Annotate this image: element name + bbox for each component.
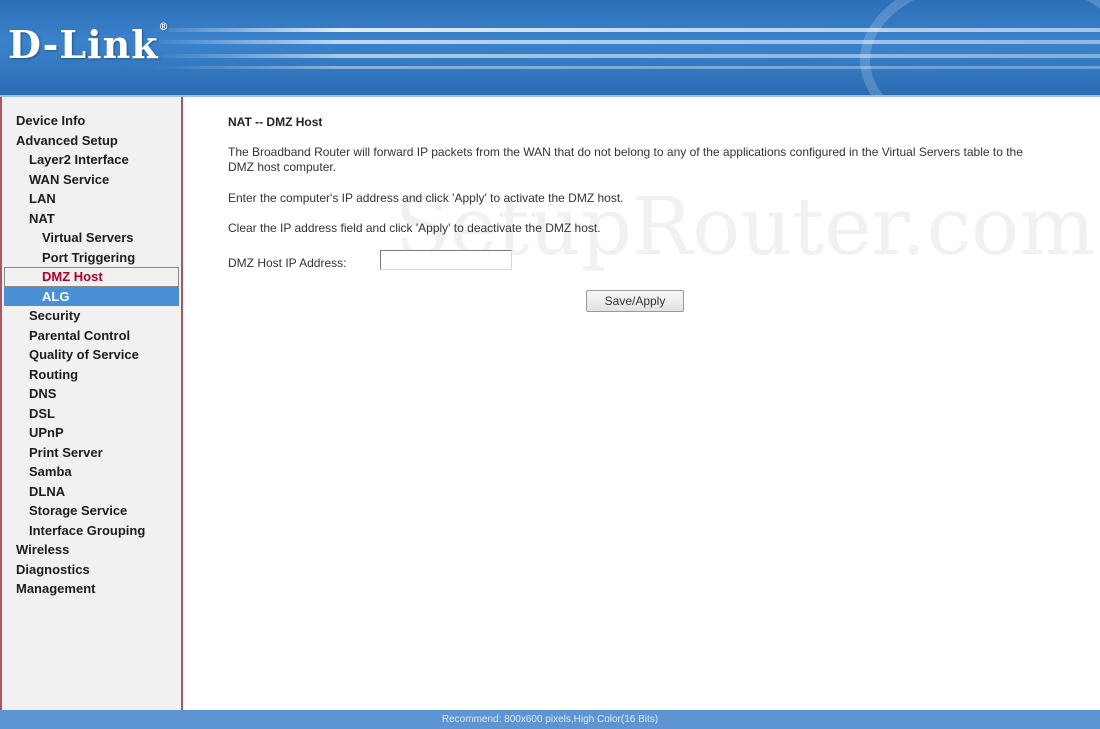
- sidebar-item-dsl[interactable]: DSL: [2, 404, 181, 424]
- sidebar-item-dlna[interactable]: DLNA: [2, 482, 181, 502]
- sidebar-item-virtual-servers[interactable]: Virtual Servers: [2, 228, 181, 248]
- sidebar-item-dns[interactable]: DNS: [2, 384, 181, 404]
- logo-registered-mark: ®: [158, 22, 170, 33]
- dmz-ip-input[interactable]: [380, 250, 512, 270]
- sidebar-item-port-triggering[interactable]: Port Triggering: [2, 248, 181, 268]
- sidebar-menu: Device Info Advanced Setup Layer2 Interfac…: [2, 111, 181, 599]
- description-text: The Broadband Router will forward IP pac…: [228, 145, 1023, 174]
- sidebar-item-print-server[interactable]: Print Server: [2, 443, 181, 463]
- sidebar-nav: Device Info Advanced Setup Layer2 Interfac…: [0, 97, 183, 710]
- header-wave-decoration: [860, 0, 1100, 95]
- sidebar-item-security[interactable]: Security: [2, 306, 181, 326]
- activate-instruction: Enter the computer's IP address and clic…: [228, 191, 624, 205]
- footer-bar: Recommend: 800x600 pixels,High Color(16 …: [0, 710, 1100, 729]
- sidebar-item-dmz-host[interactable]: DMZ Host: [4, 267, 179, 287]
- sidebar-item-management[interactable]: Management: [2, 579, 181, 599]
- sidebar-item-upnp[interactable]: UPnP: [2, 423, 181, 443]
- deactivate-instruction: Clear the IP address field and click 'Ap…: [228, 221, 601, 235]
- sidebar-item-advanced-setup[interactable]: Advanced Setup: [2, 131, 181, 151]
- sidebar-item-parental-control[interactable]: Parental Control: [2, 326, 181, 346]
- page-title: NAT -- DMZ Host: [228, 115, 323, 129]
- sidebar-item-device-info[interactable]: Device Info: [2, 111, 181, 131]
- sidebar-item-wan-service[interactable]: WAN Service: [2, 170, 181, 190]
- footer-recommendation: Recommend: 800x600 pixels,High Color(16 …: [441, 714, 659, 725]
- sidebar-item-wireless[interactable]: Wireless: [2, 540, 181, 560]
- sidebar-item-diagnostics[interactable]: Diagnostics: [2, 560, 181, 580]
- sidebar-item-samba[interactable]: Samba: [2, 462, 181, 482]
- header-banner: D-Link®: [0, 0, 1100, 95]
- dlink-logo: D-Link®: [8, 22, 170, 67]
- sidebar-item-quality-of-service[interactable]: Quality of Service: [2, 345, 181, 365]
- logo-text: D-Link: [8, 22, 159, 67]
- sidebar-item-lan[interactable]: LAN: [2, 189, 181, 209]
- dmz-ip-label: DMZ Host IP Address:: [228, 256, 347, 270]
- sidebar-item-layer2-interface[interactable]: Layer2 Interface: [2, 150, 181, 170]
- sidebar-item-nat[interactable]: NAT: [2, 209, 181, 229]
- sidebar-item-interface-grouping[interactable]: Interface Grouping: [2, 521, 181, 541]
- sidebar-item-routing[interactable]: Routing: [2, 365, 181, 385]
- sidebar-item-alg[interactable]: ALG: [4, 286, 179, 306]
- sidebar-item-storage-service[interactable]: Storage Service: [2, 501, 181, 521]
- save-apply-button[interactable]: Save/Apply: [586, 290, 684, 312]
